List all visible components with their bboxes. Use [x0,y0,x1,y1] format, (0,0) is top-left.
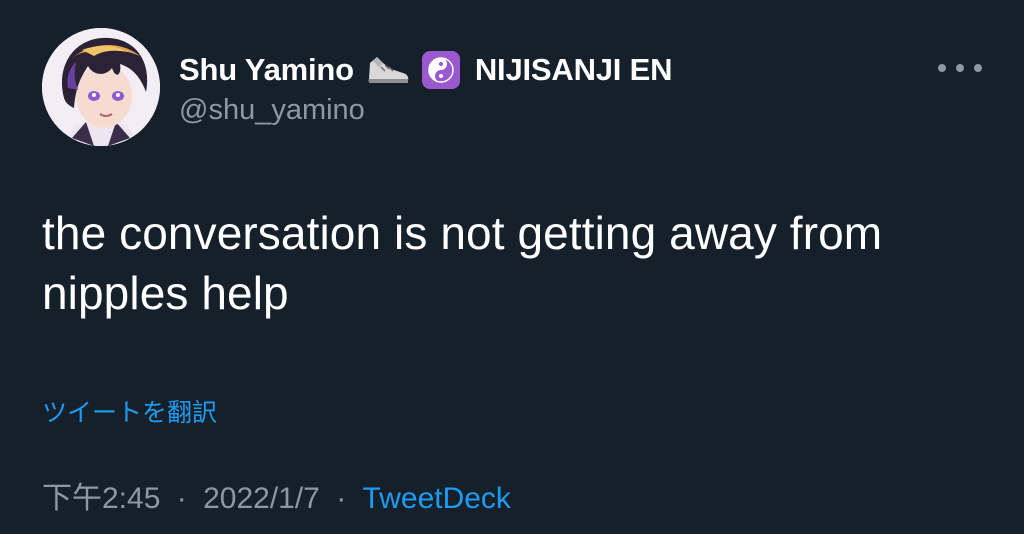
tweet-text: the conversation is not getting away fro… [42,207,883,319]
translate-tweet-link[interactable]: ツイートを翻訳 [42,393,217,429]
more-dot [938,64,946,72]
user-handle[interactable]: @shu_yamino [179,94,365,127]
meta-separator: · [176,482,187,515]
more-options-icon[interactable] [938,56,982,80]
meta-separator: · [336,482,347,515]
affiliation-text[interactable]: NIJISANJI EN [475,52,673,88]
author-name-row[interactable]: Shu Yamino NIJISANJI EN [179,50,672,90]
yin-yang-icon [421,50,461,90]
tweet-time[interactable]: 下午2:45 [42,482,160,515]
sneaker-icon [367,53,411,87]
more-dot [956,64,964,72]
avatar[interactable] [42,28,160,146]
tweet-meta: 下午2:45 · 2022/1/7 · TweetDeck [42,473,511,517]
tweet-card: Shu Yamino NIJISANJI EN @shu_yamino the … [0,0,1024,534]
tweet-date[interactable]: 2022/1/7 [203,482,320,515]
display-name[interactable]: Shu Yamino [179,52,354,88]
more-dot [974,64,982,72]
tweet-source-link[interactable]: TweetDeck [363,482,511,515]
